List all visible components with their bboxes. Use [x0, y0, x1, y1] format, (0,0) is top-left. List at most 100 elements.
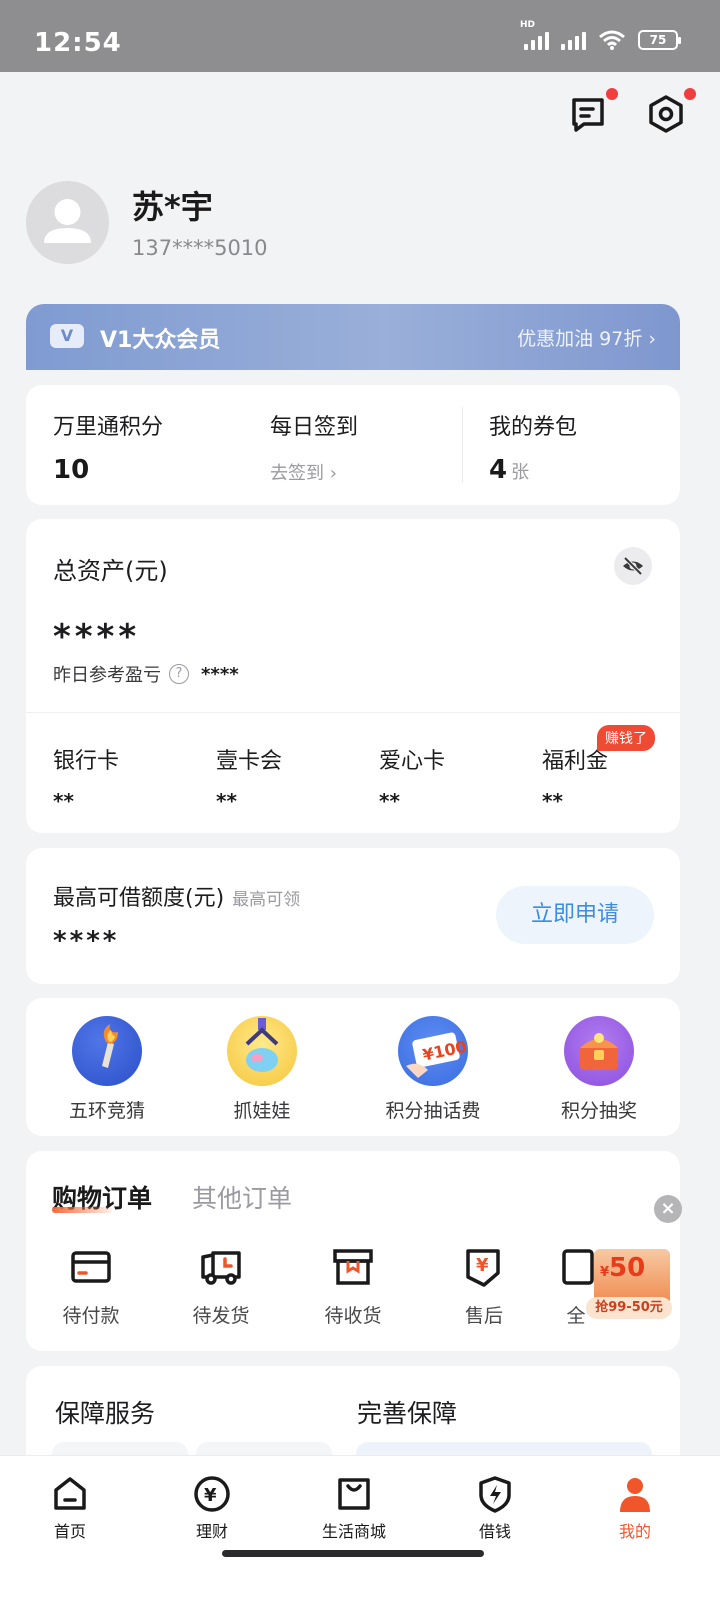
nav-profile[interactable]: 我的	[585, 1474, 685, 1542]
yesterday-profit: 昨日参考盈亏 ? ****	[53, 661, 239, 687]
apply-button[interactable]: 立即申请	[496, 886, 654, 944]
activity-phone-credit-draw[interactable]: ¥100 积分抽话费	[373, 1016, 493, 1123]
total-assets-title: 总资产(元)	[53, 557, 168, 585]
divider	[462, 407, 463, 483]
svg-text:¥: ¥	[476, 1255, 489, 1276]
order-label: 待收货	[324, 1305, 382, 1327]
coupons-label: 我的券包	[489, 415, 578, 440]
asset-item-bank-card[interactable]: 银行卡 **	[53, 743, 119, 813]
close-icon[interactable]: ×	[654, 1195, 682, 1223]
wallet-icon	[71, 1251, 111, 1283]
asset-value: **	[379, 789, 400, 813]
battery-icon: 75	[638, 30, 681, 50]
header-actions	[568, 88, 696, 134]
hd-label: HD	[520, 20, 536, 30]
activity-label: 五环竞猜	[68, 1100, 145, 1122]
home-icon	[54, 1477, 86, 1510]
message-button[interactable]	[568, 88, 618, 134]
avatar[interactable]	[26, 181, 109, 264]
nav-shop[interactable]: 生活商城	[304, 1474, 404, 1542]
vip-promo-link[interactable]: 优惠加油 97折 ›	[517, 324, 656, 351]
asset-label: 银行卡	[53, 749, 120, 774]
asset-value: **	[542, 789, 563, 813]
coupon-text: 抢99-50元	[586, 1297, 672, 1319]
hide-amount-toggle[interactable]	[614, 547, 652, 585]
profile-icon	[620, 1478, 650, 1512]
nav-finance[interactable]: ¥ 理财	[162, 1474, 262, 1542]
coupon-amount-value: 50	[609, 1253, 646, 1283]
home-indicator[interactable]	[222, 1550, 484, 1557]
asset-value: **	[216, 789, 237, 813]
notification-dot	[606, 88, 618, 100]
cellular-signal-2-icon	[561, 30, 586, 50]
activity-label: 积分抽奖	[560, 1100, 637, 1122]
nav-label: 我的	[618, 1522, 651, 1541]
activity-claw-machine[interactable]: 抓娃娃	[217, 1016, 307, 1123]
settings-button[interactable]	[646, 88, 696, 134]
assets-card: 总资产(元) **** 昨日参考盈亏 ? **** 银行卡 ** 壹卡会 ** …	[26, 519, 680, 833]
activities-card: 五环竞猜 抓娃娃 ¥100 积分抽话费 积分抽奖	[26, 998, 680, 1136]
cellular-signal-icon: HD	[520, 20, 549, 50]
checkin-section[interactable]: 每日签到 去签到 ›	[270, 409, 358, 485]
eye-off-icon	[623, 556, 643, 576]
order-pending-payment[interactable]: 待付款	[46, 1245, 136, 1328]
order-pending-receipt[interactable]: 待收货	[308, 1245, 398, 1328]
loan-value: ****	[53, 926, 120, 956]
points-section[interactable]: 万里通积分 10	[53, 409, 163, 485]
loan-card: 最高可借额度(元) 最高可领 **** 立即申请	[26, 848, 680, 984]
asset-item-love-card[interactable]: 爱心卡 **	[379, 743, 445, 813]
default-avatar-icon	[44, 199, 91, 243]
status-time: 12:54	[34, 28, 122, 58]
order-label: 待付款	[62, 1305, 120, 1327]
asset-item-yikahui[interactable]: 壹卡会 **	[216, 743, 282, 813]
nav-home[interactable]: 首页	[20, 1474, 120, 1542]
nav-label: 生活商城	[321, 1522, 386, 1541]
after-sales-icon: ¥	[466, 1249, 500, 1287]
coupon-currency: ¥	[600, 1265, 610, 1280]
loan-icon	[479, 1476, 511, 1513]
order-pending-shipment[interactable]: 待发货	[176, 1245, 266, 1328]
activity-label: 积分抽话费	[385, 1100, 481, 1122]
status-bar: 12:54 HD 75	[0, 0, 720, 72]
order-label: 待发货	[192, 1305, 250, 1327]
total-assets-value: ****	[53, 617, 141, 657]
shop-icon	[338, 1478, 370, 1510]
svg-text:¥: ¥	[204, 1485, 217, 1506]
coupon-float[interactable]: ¥50 抢99-50元	[586, 1241, 676, 1321]
points-value: 10	[53, 455, 90, 485]
improve-protection-title: 完善保障	[357, 1399, 458, 1428]
loan-title: 最高可借额度(元) 最高可领	[53, 880, 300, 912]
box-icon	[333, 1249, 373, 1285]
asset-value: **	[53, 789, 74, 813]
coupons-section[interactable]: 我的券包 4张	[489, 409, 577, 485]
truck-icon	[201, 1251, 241, 1285]
status-icons: HD 75	[520, 20, 681, 50]
message-icon	[572, 98, 604, 132]
settings-icon	[649, 95, 683, 133]
coupons-count: 4	[489, 455, 508, 485]
vip-badge-icon: V	[50, 324, 84, 348]
yesterday-profit-label: 昨日参考盈亏	[53, 665, 161, 686]
tab-shopping-orders[interactable]: 购物订单	[52, 1179, 152, 1215]
wifi-icon	[599, 30, 625, 50]
points-label: 万里通积分	[53, 415, 164, 440]
finance-icon: ¥	[194, 1476, 230, 1512]
nav-label: 首页	[53, 1522, 86, 1541]
yesterday-profit-value: ****	[201, 663, 239, 685]
asset-item-welfare[interactable]: 福利金 **	[542, 743, 608, 813]
tab-other-orders[interactable]: 其他订单	[192, 1179, 292, 1215]
vip-banner[interactable]: V V1大众会员 优惠加油 97折 ›	[26, 304, 680, 370]
nav-loan[interactable]: 借钱	[445, 1474, 545, 1542]
activity-olympic-guess[interactable]: 五环竞猜	[62, 1016, 152, 1123]
help-icon[interactable]: ?	[169, 664, 189, 684]
nav-label: 借钱	[478, 1522, 511, 1541]
user-phone: 137****5010	[132, 236, 268, 260]
nav-label: 理财	[195, 1522, 228, 1541]
user-name: 苏*宇	[132, 188, 213, 226]
coupon-amount: ¥50	[600, 1253, 645, 1283]
checkin-link[interactable]: 去签到 ›	[270, 459, 358, 485]
claw-machine-icon	[227, 1016, 297, 1086]
order-after-sales[interactable]: ¥ 售后	[439, 1245, 529, 1328]
notification-dot	[684, 88, 696, 100]
activity-points-lottery[interactable]: 积分抽奖	[549, 1016, 649, 1123]
